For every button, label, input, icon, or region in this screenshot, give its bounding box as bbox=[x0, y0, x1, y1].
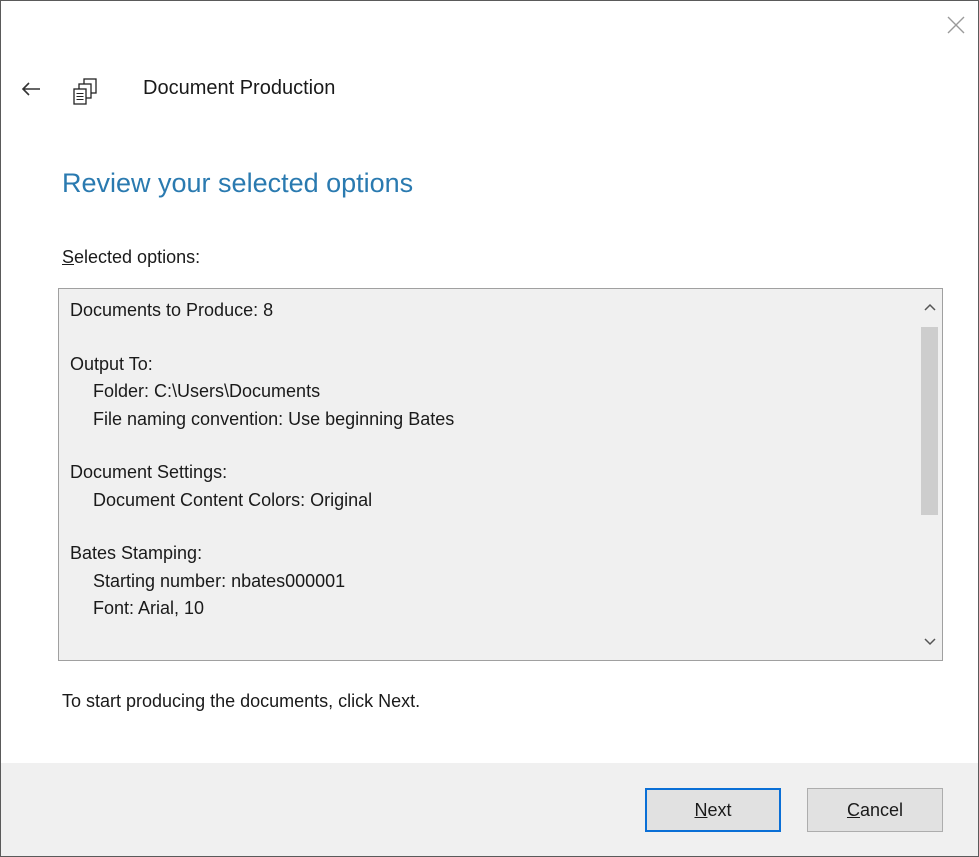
close-button[interactable] bbox=[936, 5, 976, 45]
options-content: Documents to Produce: 8 Output To: Folde… bbox=[70, 297, 912, 649]
back-arrow-icon bbox=[21, 82, 40, 96]
label-text: elected options: bbox=[74, 247, 201, 267]
window-title: Document Production bbox=[143, 77, 336, 99]
scrollbar-thumb[interactable] bbox=[921, 327, 938, 515]
file-naming-convention: File naming convention: Use beginning Ba… bbox=[93, 408, 455, 429]
accelerator-key: S bbox=[62, 247, 75, 267]
page-heading: Review your selected options bbox=[62, 168, 414, 198]
accelerator-key: N bbox=[694, 799, 708, 820]
accelerator-key: C bbox=[846, 799, 860, 820]
chevron-down-icon bbox=[923, 638, 936, 646]
selected-options-label: Selected options: bbox=[62, 247, 200, 268]
output-to-title: Output To: bbox=[70, 353, 153, 374]
button-label: ancel bbox=[859, 799, 904, 820]
chevron-up-icon bbox=[923, 303, 936, 311]
bates-starting-number: Starting number: nbates000001 bbox=[93, 570, 346, 591]
output-folder: Folder: C:\Users\Documents bbox=[93, 381, 321, 401]
documents-to-produce: Documents to Produce: 8 bbox=[70, 300, 274, 320]
button-label: ext bbox=[707, 799, 732, 820]
bates-font: Font: Arial, 10 bbox=[93, 598, 205, 618]
cancel-button[interactable]: Cancel bbox=[807, 788, 943, 832]
scroll-down-button[interactable] bbox=[917, 627, 942, 657]
selected-options-listbox[interactable]: Documents to Produce: 8 Output To: Folde… bbox=[58, 288, 943, 661]
document-production-icon bbox=[73, 78, 97, 105]
close-icon bbox=[947, 16, 965, 34]
document-settings-title: Document Settings: bbox=[70, 462, 228, 482]
vertical-scrollbar[interactable] bbox=[917, 289, 942, 660]
bates-stamping-title: Bates Stamping: bbox=[70, 543, 203, 563]
wizard-dialog: Document Production Review your selected… bbox=[0, 0, 979, 857]
back-button[interactable] bbox=[13, 71, 49, 107]
scroll-up-button[interactable] bbox=[917, 292, 942, 322]
instruction-text: To start producing the documents, click … bbox=[62, 691, 421, 711]
next-button[interactable]: Next bbox=[645, 788, 781, 832]
document-content-colors: Document Content Colors: Original bbox=[93, 489, 373, 510]
